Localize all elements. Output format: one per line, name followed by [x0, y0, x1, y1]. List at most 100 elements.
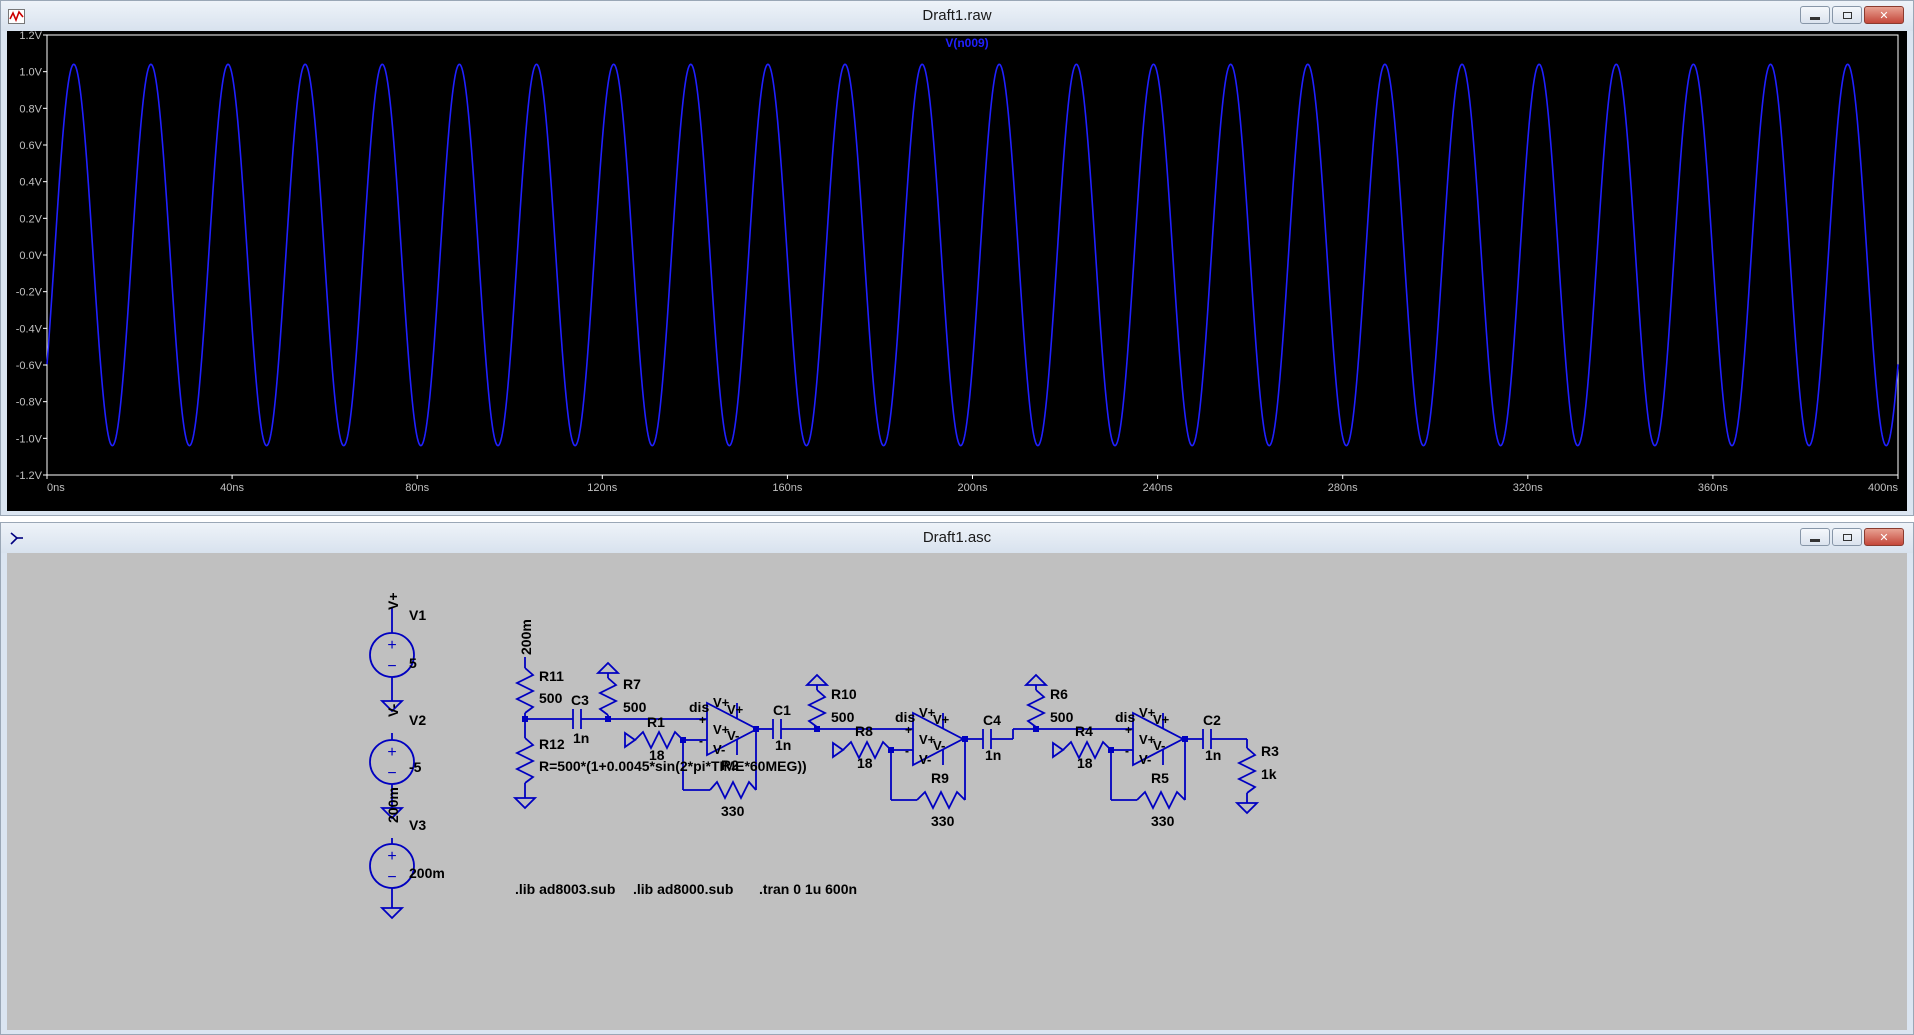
schematic-drawing[interactable]: + − [7, 553, 1907, 1030]
r3-value: 1k [1261, 766, 1277, 782]
x-tick-label: 120ns [587, 482, 617, 494]
y-tick-label: -0.4V [16, 323, 43, 335]
x-tick-label: 200ns [958, 482, 988, 494]
directive-lib-ad8003[interactable]: .lib ad8003.sub [515, 881, 615, 897]
supply-flag [1025, 674, 1047, 686]
u1-vminus-label: V- [727, 728, 739, 743]
u2-vminus-label: V- [933, 738, 945, 753]
v1-net-label: V+ [385, 592, 401, 610]
supply-flag [597, 662, 619, 674]
schematic-titlebar[interactable]: Draft1.asc ✕ [1, 523, 1913, 553]
r1-value: 18 [649, 747, 665, 763]
close-icon: ✕ [1879, 531, 1889, 544]
trace-v-n009[interactable] [46, 63, 1899, 447]
voltage-source-v2-symbol[interactable] [369, 739, 415, 785]
x-tick-label: 80ns [405, 482, 429, 494]
waveform-window-title: Draft1.raw [922, 7, 992, 24]
junction-dot [1108, 747, 1114, 753]
x-tick-label: 280ns [1328, 482, 1358, 494]
directive-tran[interactable]: .tran 0 1u 600n [759, 881, 857, 897]
minimize-button[interactable] [1800, 528, 1830, 546]
y-tick-label: 0.0V [19, 250, 42, 262]
r9-name: R9 [931, 770, 949, 786]
v3-name: V3 [409, 817, 426, 833]
c2-name: C2 [1203, 712, 1221, 728]
v1-value: 5 [409, 655, 417, 671]
r6-name: R6 [1050, 686, 1068, 702]
x-axis: 0ns 40ns 80ns 120ns 160ns 200ns 240ns 280ns 320n… [46, 475, 1899, 494]
r12-value: R=500*(1+0.0045*sin(2*pi*TIME*60MEG)) [539, 758, 807, 774]
y-tick-label: 1.0V [19, 67, 42, 79]
u3-minus-label: - [1125, 744, 1129, 758]
y-tick-label: 0.2V [19, 213, 42, 225]
schematic-window: Draft1.asc ✕ + − [0, 522, 1914, 1035]
junction-dot [605, 716, 611, 722]
v2-net-label: V- [385, 703, 401, 717]
minimize-icon [1810, 16, 1820, 20]
restore-icon [1842, 11, 1852, 19]
supply-flag [1052, 741, 1065, 759]
y-tick-label: -1.2V [16, 470, 43, 482]
junction-dot [680, 737, 686, 743]
y-tick-label: -0.2V [16, 287, 43, 299]
restore-button[interactable] [1832, 6, 1862, 24]
u1-vminus-label-2: V- [713, 742, 725, 757]
close-button[interactable]: ✕ [1864, 6, 1904, 24]
y-tick-label: -0.6V [16, 360, 43, 372]
close-button[interactable]: ✕ [1864, 528, 1904, 546]
junction-dot [888, 747, 894, 753]
y-axis: 1.2V 1.0V 0.8V 0.6V 0.4V 0.2V 0.0V -0.2V -0.4V -0… [16, 30, 47, 482]
waveform-chart[interactable]: 1.2V 1.0V 0.8V 0.6V 0.4V 0.2V 0.0V -0.2V -0.4V -0… [7, 30, 1907, 511]
y-tick-label: 0.4V [19, 177, 42, 189]
waveform-plot[interactable]: 1.2V 1.0V 0.8V 0.6V 0.4V 0.2V 0.0V -0.2V -0.4V -0… [7, 30, 1907, 511]
supply-flag [624, 731, 637, 749]
v3-net-label: 200m [385, 787, 401, 823]
bias-net-label: 200m [518, 619, 534, 655]
voltage-source-v1-symbol[interactable] [369, 632, 415, 678]
junction-dot [1182, 736, 1188, 742]
voltage-source-v3-symbol[interactable] [369, 843, 415, 889]
ground-symbol [514, 797, 536, 809]
close-icon: ✕ [1879, 9, 1889, 22]
r6-value: 500 [1050, 709, 1074, 725]
supply-flag [806, 674, 828, 686]
v1-name: V1 [409, 607, 426, 623]
r8-name: R8 [855, 723, 873, 739]
r1-name: R1 [647, 714, 665, 730]
r12-name: R12 [539, 736, 565, 752]
y-tick-label: -1.0V [16, 433, 43, 445]
schematic-canvas[interactable]: + − [7, 553, 1907, 1030]
directive-lib-ad8000[interactable]: .lib ad8000.sub [633, 881, 733, 897]
r8-value: 18 [857, 755, 873, 771]
y-tick-label: -0.8V [16, 397, 43, 409]
junction-dot [1033, 726, 1039, 732]
u2-minus-label: - [905, 744, 909, 758]
junction-dot [962, 736, 968, 742]
u3-vplus-label-2: V+ [1153, 712, 1170, 727]
u3-vminus-label-2: V- [1139, 752, 1151, 767]
waveform-titlebar[interactable]: Draft1.raw ✕ [1, 1, 1913, 31]
r11-value: 500 [539, 690, 563, 706]
c1-name: C1 [773, 702, 791, 718]
ground-symbol [1236, 802, 1258, 814]
r5-value: 330 [1151, 813, 1175, 829]
trace-label[interactable]: V(n009) [945, 36, 988, 50]
r10-name: R10 [831, 686, 857, 702]
c3-name: C3 [571, 692, 589, 708]
r4-value: 18 [1077, 755, 1093, 771]
supply-flag [832, 741, 845, 759]
restore-button[interactable] [1832, 528, 1862, 546]
r2-value: 330 [721, 803, 745, 819]
x-tick-label: 0ns [47, 482, 65, 494]
r11-name: R11 [539, 668, 564, 684]
c4-value: 1n [985, 747, 1001, 763]
schematic-window-title: Draft1.asc [922, 529, 992, 546]
u1-minus-label: - [699, 734, 703, 748]
ground-symbol [381, 907, 403, 919]
r9-value: 330 [931, 813, 955, 829]
minimize-button[interactable] [1800, 6, 1830, 24]
x-tick-label: 360ns [1698, 482, 1728, 494]
r7-value: 500 [623, 699, 647, 715]
r2-name: R2 [721, 757, 739, 773]
u2-plus-label: + [905, 723, 912, 737]
